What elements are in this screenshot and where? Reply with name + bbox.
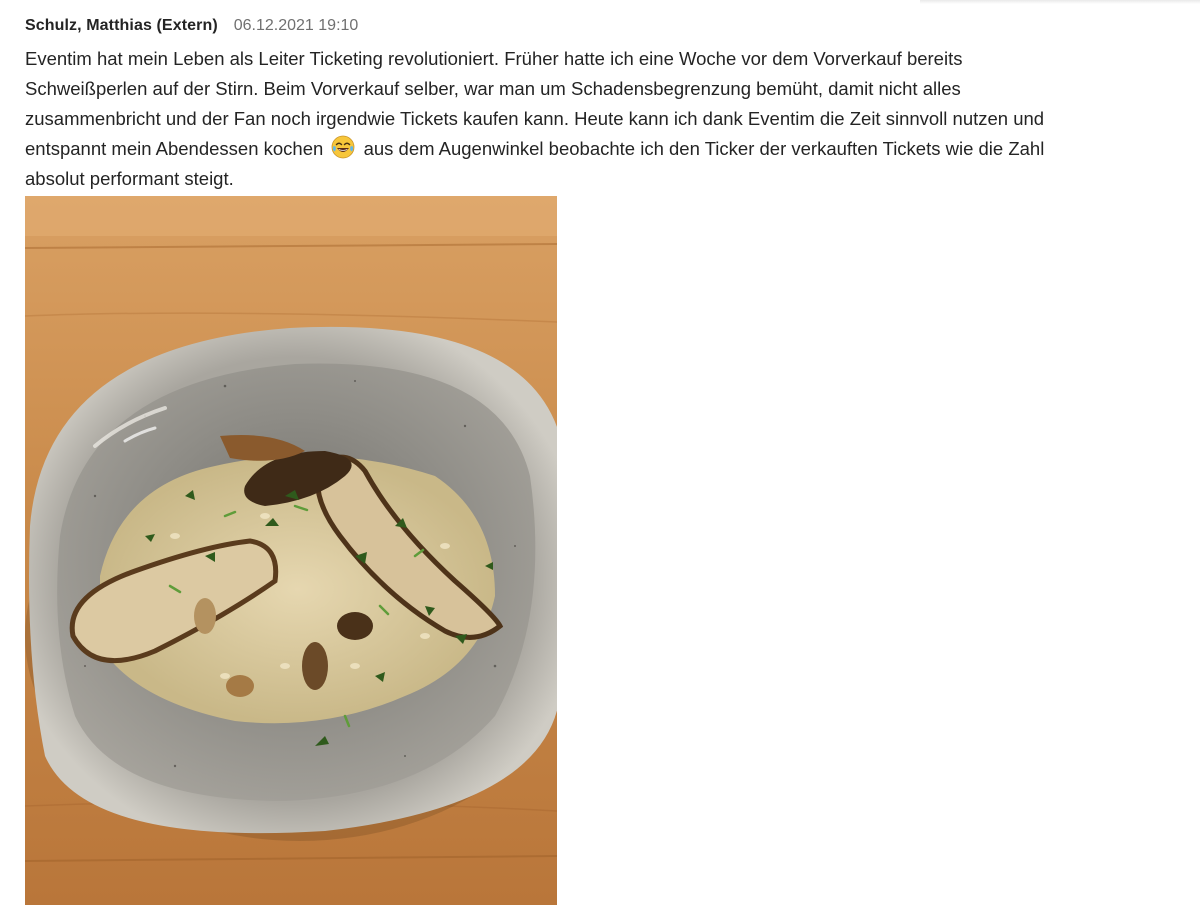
message-line: Schweißperlen auf der Stirn. Beim Vorver…	[25, 78, 961, 99]
message-line: Eventim hat mein Leben als Leiter Ticket…	[25, 48, 963, 69]
message-body: Eventim hat mein Leben als Leiter Ticket…	[25, 44, 1175, 194]
message-header: Schulz, Matthias (Extern) 06.12.2021 19:…	[25, 17, 1185, 39]
message-line-with-emoji: entspannt mein Abendessen kochen aus dem…	[25, 134, 1175, 164]
face-with-tears-of-joy-icon	[332, 135, 355, 159]
message-line: zusammenbricht und der Fan noch irgendwi…	[25, 108, 1045, 129]
message-line: absolut performant steigt.	[25, 168, 234, 189]
author-name[interactable]: Schulz, Matthias (Extern)	[25, 17, 218, 35]
message-text-segment: entspannt mein Abendessen kochen	[25, 138, 324, 159]
risotto-photo[interactable]	[25, 196, 557, 905]
message-text-segment: aus dem Augenwinkel beobachte ich den Ti…	[363, 138, 1045, 159]
chat-message: Schulz, Matthias (Extern) 06.12.2021 19:…	[25, 17, 1185, 194]
message-timestamp: 06.12.2021 19:10	[233, 17, 359, 34]
top-divider	[920, 0, 1200, 4]
